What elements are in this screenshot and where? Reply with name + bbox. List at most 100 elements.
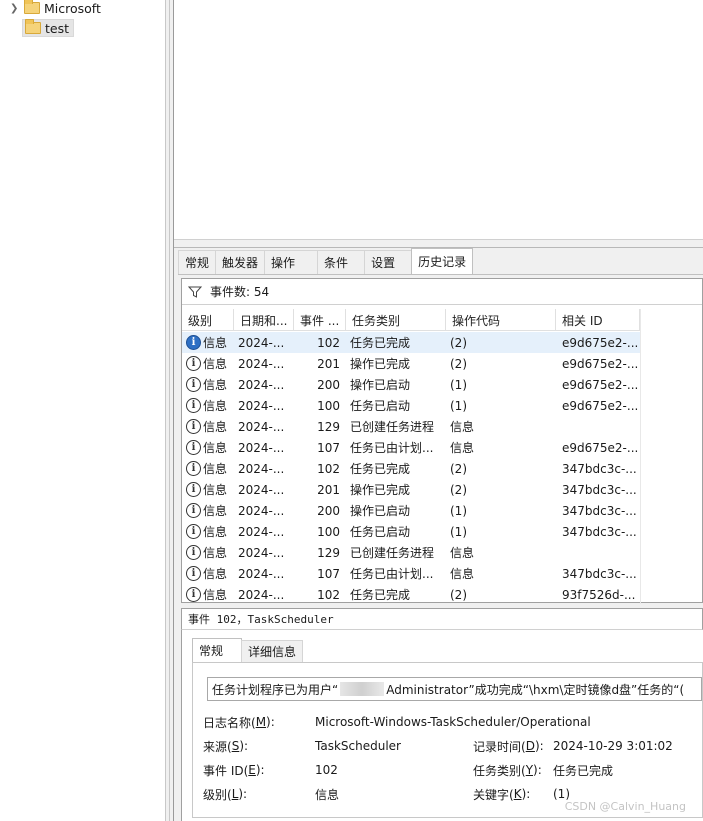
cell-text: 信息 (203, 357, 228, 371)
table-cell: 100 (294, 521, 346, 542)
cell-text: 信息 (203, 525, 228, 539)
cell-text: 2024-... (238, 419, 285, 434)
table-cell: 任务已完成 (346, 584, 446, 605)
table-cell: 2024-... (234, 479, 294, 500)
history-table-header: 级别 日期和... 事件 ... 任务类别 操作代码 相关 ID (182, 309, 640, 331)
table-cell: 200 (294, 374, 346, 395)
table-row[interactable]: i 信息 2024-... 129 已创建任务进程 信息 (182, 416, 640, 437)
cell-text: e9d675e2-... (562, 440, 639, 455)
tab-actions[interactable]: 操作 (264, 250, 319, 274)
table-cell: 信息 (446, 416, 556, 437)
cell-text: 129 (317, 419, 340, 434)
column-header-correlation-id[interactable]: 相关 ID (556, 309, 640, 331)
table-row[interactable]: i 信息 2024-... 100 任务已启动 (1) e9d675e2-... (182, 395, 640, 416)
table-cell: i 信息 (182, 332, 234, 353)
cell-text: e9d675e2-... (562, 377, 639, 392)
table-row[interactable]: i 信息 2024-... 107 任务已由计划... 信息 347bdc3c-... (182, 563, 640, 584)
horizontal-splitter[interactable] (174, 240, 703, 248)
table-cell: 347bdc3c-... (556, 479, 640, 500)
table-cell: 129 (294, 416, 346, 437)
tab-triggers[interactable]: 触发器 (215, 250, 266, 274)
table-row[interactable]: i 信息 2024-... 102 任务已完成 (2) e9d675e2-... (182, 332, 640, 353)
cell-text: 93f7526d-... (562, 587, 636, 602)
table-row[interactable]: i 信息 2024-... 102 任务已完成 (2) 93f7526d-... (182, 584, 640, 605)
table-cell: 102 (294, 332, 346, 353)
tab-conditions[interactable]: 条件 (317, 250, 366, 274)
vertical-splitter[interactable] (165, 0, 174, 821)
table-cell: i 信息 (182, 479, 234, 500)
task-properties-pane: 常规 触发器 操作 条件 设置 历史记录 事件数: 54 级别 日期和... 事… (174, 248, 703, 821)
cell-text: 任务已完成 (350, 462, 411, 476)
cell-text: 200 (317, 377, 340, 392)
cell-text: 347bdc3c-... (562, 482, 637, 497)
column-divider (640, 309, 641, 604)
table-cell: 201 (294, 353, 346, 374)
chevron-right-icon[interactable]: ❯ (10, 3, 20, 14)
access-key: E (248, 763, 256, 777)
tab-detail-details[interactable]: 详细信息 (241, 640, 304, 662)
cell-text: 347bdc3c-... (562, 461, 637, 476)
tab-history[interactable]: 历史记录 (411, 248, 474, 274)
table-cell: 93f7526d-... (556, 584, 640, 605)
column-header-opcode[interactable]: 操作代码 (446, 309, 556, 331)
info-icon: i (186, 461, 201, 476)
table-row[interactable]: i 信息 2024-... 201 操作已完成 (2) e9d675e2-... (182, 353, 640, 374)
table-row[interactable]: i 信息 2024-... 201 操作已完成 (2) 347bdc3c-... (182, 479, 640, 500)
filter-icon[interactable] (188, 286, 202, 298)
table-cell: 201 (294, 479, 346, 500)
cell-text: 102 (317, 587, 340, 602)
table-cell: 2024-... (234, 563, 294, 584)
tab-settings[interactable]: 设置 (364, 250, 413, 274)
table-cell: 2024-... (234, 437, 294, 458)
cell-text: (2) (450, 587, 467, 602)
cell-text: 任务已完成 (350, 588, 411, 602)
tree-item-selection[interactable]: test (22, 19, 75, 37)
table-row[interactable]: i 信息 2024-... 102 任务已完成 (2) 347bdc3c-... (182, 458, 640, 479)
table-cell: 347bdc3c-... (556, 563, 640, 584)
folder-icon (24, 0, 40, 14)
table-row[interactable]: i 信息 2024-... 107 任务已由计划... 信息 e9d675e2-... (182, 437, 640, 458)
event-description[interactable]: 任务计划程序已为用户“ Administrator”成功完成“\hxm\定时镜像d… (207, 677, 702, 701)
table-cell: 107 (294, 437, 346, 458)
table-cell: i 信息 (182, 584, 234, 605)
task-list[interactable] (174, 0, 703, 240)
level-value: 信息 (315, 787, 340, 802)
table-cell: 107 (294, 563, 346, 584)
table-cell: e9d675e2-... (556, 395, 640, 416)
table-cell: 2024-... (234, 416, 294, 437)
column-header-task-category[interactable]: 任务类别 (346, 309, 446, 331)
info-icon: i (186, 566, 201, 581)
table-row[interactable]: i 信息 2024-... 200 操作已启动 (1) e9d675e2-... (182, 374, 640, 395)
cell-text: 2024-... (238, 587, 285, 602)
info-icon: i (186, 377, 201, 392)
source-label: 来源(S): (203, 739, 249, 754)
column-header-level[interactable]: 级别 (182, 309, 234, 331)
table-row[interactable]: i 信息 2024-... 100 任务已启动 (1) 347bdc3c-... (182, 521, 640, 542)
table-cell: (2) (446, 353, 556, 374)
info-icon: i (186, 356, 201, 371)
cell-text: 信息 (450, 420, 475, 434)
event-detail-title: 事件 102，TaskScheduler (181, 608, 703, 630)
cell-text: 129 (317, 545, 340, 560)
table-row[interactable]: i 信息 2024-... 129 已创建任务进程 信息 (182, 542, 640, 563)
table-row[interactable]: i 信息 2024-... 200 操作已启动 (1) 347bdc3c-... (182, 500, 640, 521)
cell-text: e9d675e2-... (562, 335, 639, 350)
table-cell: 信息 (446, 437, 556, 458)
tab-detail-general[interactable]: 常规 (192, 638, 243, 662)
cell-text: e9d675e2-... (562, 356, 639, 371)
table-cell: 200 (294, 500, 346, 521)
cell-text: 2024-... (238, 545, 285, 560)
cell-text: 347bdc3c-... (562, 524, 637, 539)
cell-text: 信息 (203, 336, 228, 350)
table-cell: (2) (446, 458, 556, 479)
cell-text: 107 (317, 440, 340, 455)
tree-item-microsoft[interactable]: ❯ Microsoft (10, 0, 101, 18)
cell-text: (1) (450, 398, 467, 413)
column-header-event-id[interactable]: 事件 ... (294, 309, 346, 331)
column-header-date[interactable]: 日期和... (234, 309, 294, 331)
log-name-label: 日志名称(M): (203, 715, 275, 730)
task-folder-tree[interactable]: ❯ Microsoft test (0, 0, 165, 821)
tree-item-test[interactable]: test (22, 18, 75, 38)
tab-general[interactable]: 常规 (178, 250, 217, 274)
table-cell: e9d675e2-... (556, 437, 640, 458)
